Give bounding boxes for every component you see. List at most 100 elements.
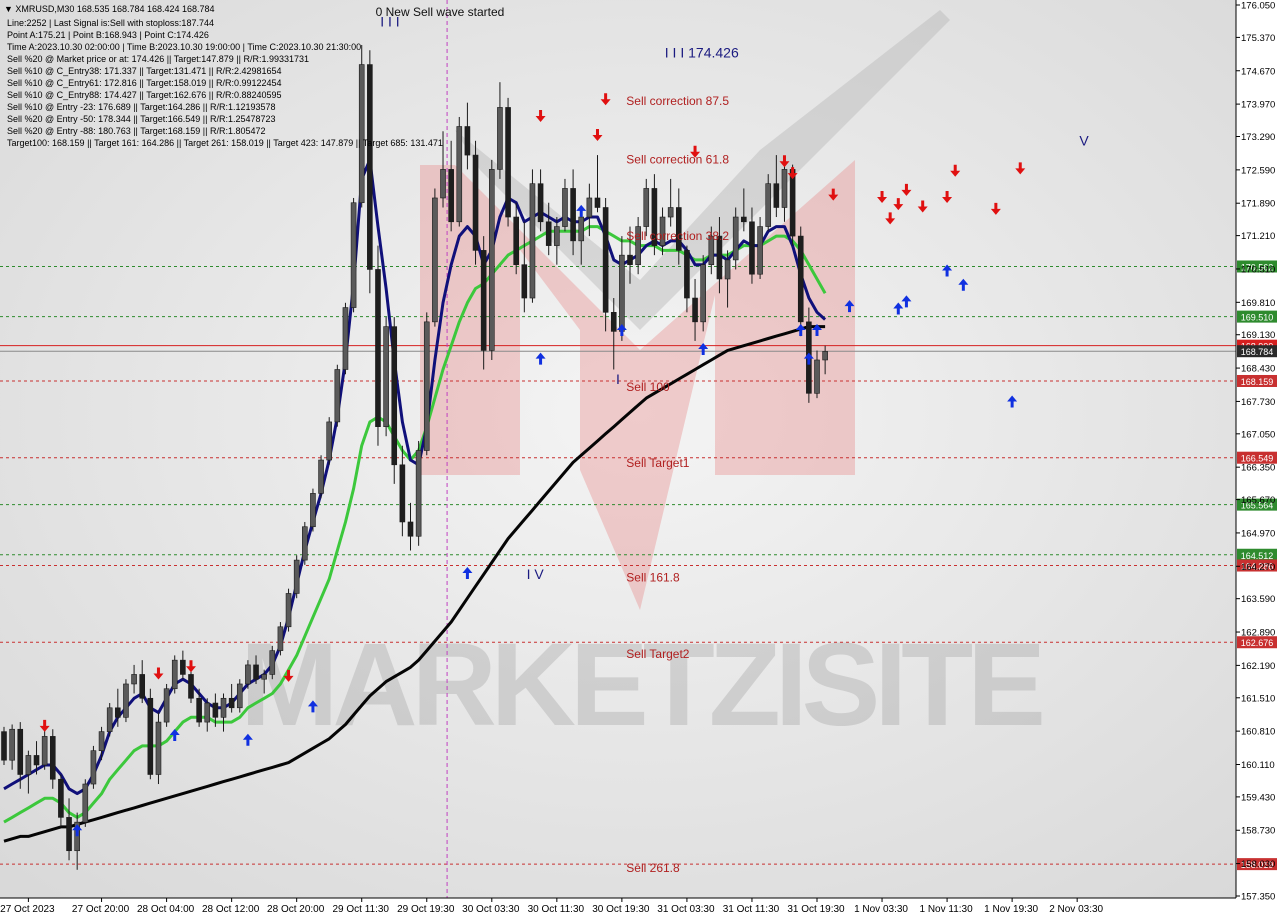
candle-body [700, 264, 706, 323]
time-tick-label: 28 Oct 04:00 [137, 904, 195, 915]
time-tick-label: 30 Oct 19:30 [592, 904, 650, 915]
price-tick-label: 168.430 [1241, 364, 1275, 375]
price-tick-label: 173.290 [1241, 132, 1275, 143]
info-line: Sell %20 @ Entry -88: 180.763 || Target:… [7, 126, 265, 136]
fib-label: Sell Target2 [626, 647, 689, 661]
candle-body [822, 351, 828, 361]
candle-body [513, 216, 519, 265]
price-tick-label: 169.130 [1241, 330, 1275, 341]
price-tick-label: 164.970 [1241, 528, 1275, 539]
candle-body [236, 683, 243, 709]
candle-body [773, 183, 780, 208]
wave-status-text: 0 New Sell wave started [376, 5, 505, 19]
candle-body [399, 464, 406, 523]
time-tick-label: 31 Oct 19:30 [787, 904, 845, 915]
candle-body [326, 421, 333, 461]
candle-body [115, 707, 121, 718]
candle-body [586, 197, 593, 218]
fib-label: Sell correction 61.8 [626, 153, 729, 167]
symbol-line: ▼ XMRUSD,M30 168.535 168.784 168.424 168… [4, 4, 215, 14]
info-line: Sell %10 @ C_Entry61: 172.816 || Target:… [7, 78, 282, 88]
candle-body [358, 64, 365, 204]
time-tick-label: 29 Oct 11:30 [332, 904, 389, 915]
candle-body [440, 169, 446, 199]
candle-body [464, 126, 471, 156]
candle-body [220, 697, 227, 718]
info-line: Sell %10 @ C_Entry88: 174.427 || Target:… [7, 90, 282, 100]
candle-body [383, 326, 389, 427]
price-tick-label: 157.350 [1241, 892, 1275, 903]
candle-body [49, 736, 56, 780]
level-label: 164.512 [1241, 551, 1274, 561]
time-tick-label: 1 Nov 03:30 [854, 904, 908, 915]
price-tick-label: 166.350 [1241, 463, 1275, 474]
candle-body [667, 207, 674, 218]
candle-body [497, 107, 503, 170]
candle-body [139, 674, 146, 699]
wave-label: I I I 174.426 [665, 44, 739, 60]
candle-body [261, 674, 267, 680]
time-tick-label: 28 Oct 12:00 [202, 904, 260, 915]
candle-body [594, 197, 601, 208]
time-tick-label: 2 Nov 03:30 [1049, 904, 1103, 915]
candle-body [196, 697, 202, 723]
info-line: Sell %10 @ C_Entry38: 171.337 || Target:… [7, 66, 282, 76]
candle-body [488, 169, 495, 351]
info-line: Point A:175.21 | Point B:168.943 | Point… [7, 30, 209, 40]
candle-body [570, 188, 576, 242]
level-label: 168.784 [1241, 347, 1274, 357]
candle-body [610, 312, 617, 332]
candle-body [391, 326, 398, 466]
candle-body [602, 207, 609, 313]
candle-body [302, 526, 308, 561]
price-tick-label: 174.670 [1241, 66, 1275, 77]
candle-body [732, 216, 739, 261]
fib-label: Sell 100 [626, 380, 670, 394]
candle-body [147, 697, 154, 775]
candle-body [684, 250, 690, 299]
fib-label: Sell correction 38.2 [626, 229, 729, 243]
candle-body [82, 783, 89, 823]
candle-body [741, 216, 747, 223]
candle-body [367, 64, 373, 270]
candle-body [375, 269, 381, 427]
candle-body [41, 736, 48, 766]
candle-body [554, 226, 560, 246]
price-tick-label: 171.890 [1241, 199, 1275, 210]
candle-body [155, 721, 162, 775]
candle-body [627, 254, 633, 265]
watermark-text: MARKETZISITE [240, 619, 1042, 751]
candle-body [505, 107, 511, 218]
price-tick-label: 172.590 [1241, 165, 1275, 176]
time-tick-label: 29 Oct 19:30 [397, 904, 455, 915]
level-label: 168.159 [1241, 377, 1274, 387]
fib-label: Sell 161.8 [626, 571, 680, 585]
candle-body [1, 731, 7, 761]
candle-body [25, 755, 32, 775]
candle-body [619, 254, 625, 332]
candle-body [163, 688, 170, 723]
time-tick-label: 31 Oct 11:30 [723, 904, 780, 915]
candle-body [578, 216, 585, 242]
candle-body [797, 235, 804, 323]
candle-body [724, 259, 731, 280]
fib-label: Sell correction 87.5 [626, 94, 729, 108]
candle-body [562, 188, 568, 227]
candle-body [342, 307, 349, 370]
candle-body [350, 202, 357, 308]
price-tick-label: 159.430 [1241, 792, 1275, 803]
candle-body [204, 702, 211, 723]
price-tick-label: 158.730 [1241, 826, 1275, 837]
info-line: Target100: 168.159 || Target 161: 164.28… [7, 138, 443, 148]
candle-body [180, 659, 186, 675]
candle-body [58, 778, 64, 818]
candle-body [90, 750, 97, 785]
level-label: 169.510 [1241, 313, 1274, 323]
price-tick-label: 158.030 [1241, 859, 1275, 870]
price-tick-label: 173.970 [1241, 100, 1275, 111]
info-line: Sell %20 @ Entry -50: 178.344 || Target:… [7, 114, 276, 124]
price-tick-label: 176.050 [1241, 1, 1275, 12]
candle-body [293, 559, 300, 594]
price-tick-label: 164.270 [1241, 562, 1275, 573]
price-chart: MARKETZISITE 170.562169.510168.900168.78… [0, 0, 1280, 920]
